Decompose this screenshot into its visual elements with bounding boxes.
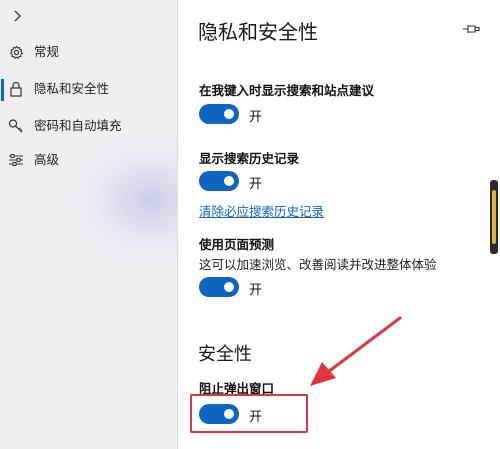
prediction-label: 使用页面预测 (199, 237, 275, 252)
sidebar-item-passwords[interactable]: 密码和自动填充 (0, 112, 177, 140)
pin-icon[interactable] (462, 22, 480, 36)
scrollbar[interactable] (490, 180, 498, 254)
sidebar-item-label: 高级 (34, 152, 60, 167)
toggle-knob (224, 109, 234, 119)
suggestions-state: 开 (249, 110, 263, 125)
sidebar-item-label: 常规 (34, 44, 60, 59)
sidebar-item-advanced[interactable]: 高级 (0, 146, 177, 174)
history-state: 开 (249, 177, 263, 192)
prediction-state: 开 (249, 283, 263, 298)
toggle-knob (224, 176, 234, 186)
chevron-right-icon[interactable] (10, 8, 26, 24)
page-title: 隐私和安全性 (198, 20, 318, 44)
prediction-toggle[interactable] (199, 277, 239, 297)
clear-bing-history-link[interactable]: 清除必应搜索历史记录 (199, 201, 324, 220)
suggestions-toggle[interactable] (199, 104, 239, 124)
prediction-description: 这可以加速浏览、改善阅读并改进整体体验 (199, 257, 437, 272)
suggestions-label: 在我键入时显示搜索和站点建议 (199, 83, 375, 98)
sidebar-item-label: 隐私和安全性 (34, 81, 110, 96)
block-popups-toggle[interactable] (199, 404, 239, 424)
toggle-knob (224, 282, 234, 292)
lock-icon (8, 81, 24, 97)
sliders-icon (8, 152, 24, 168)
sidebar-item-privacy[interactable]: 隐私和安全性 (0, 75, 177, 103)
history-toggle[interactable] (199, 171, 239, 191)
history-label: 显示搜索历史记录 (199, 151, 300, 166)
gear-icon (8, 44, 24, 60)
settings-panel: 隐私和安全性 在我键入时显示搜索和站点建议 开 显示搜索历史记录 开 清除必应搜… (179, 0, 500, 449)
popups-state: 开 (249, 410, 263, 425)
popups-label: 阻止弹出窗口 (199, 381, 275, 396)
key-icon (8, 118, 24, 134)
sidebar-item-general[interactable]: 常规 (0, 38, 177, 66)
sidebar-item-label: 密码和自动填充 (34, 118, 122, 133)
sidebar: 常规 隐私和安全性 密码和自动填充 高级 (0, 0, 178, 449)
scrollbar-thumb[interactable] (492, 190, 496, 244)
section-title-security: 安全性 (198, 344, 252, 365)
toggle-knob (224, 409, 234, 419)
